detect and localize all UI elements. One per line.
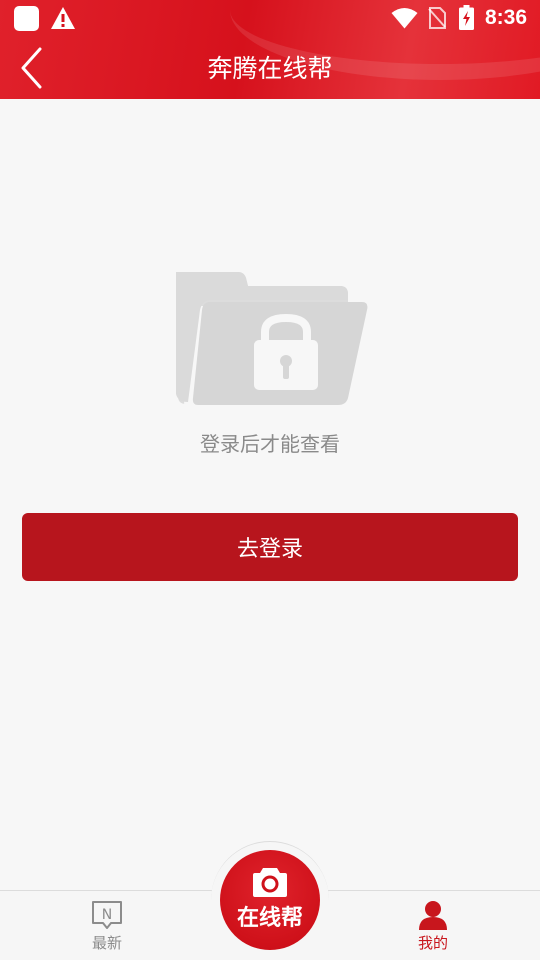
- battery-charging-icon: [459, 5, 474, 30]
- status-bar: 8:36: [0, 0, 540, 36]
- tab-mine[interactable]: 我的: [378, 891, 488, 960]
- tab-latest[interactable]: N 最新: [52, 891, 162, 960]
- status-time: 8:36: [485, 6, 528, 29]
- news-n-icon: N: [92, 901, 122, 929]
- tab-latest-label: 最新: [91, 934, 122, 952]
- app-header: 8:36 奔腾在线帮: [0, 0, 540, 99]
- back-button[interactable]: [10, 44, 54, 92]
- tab-online-help-label: 在线帮: [236, 906, 303, 931]
- app-icon: [14, 6, 39, 31]
- tab-online-help[interactable]: 在线帮: [220, 850, 320, 950]
- wifi-icon: [391, 8, 418, 29]
- svg-text:N: N: [102, 907, 112, 923]
- camera-icon: [253, 868, 287, 897]
- no-sim-icon: [428, 7, 446, 29]
- warning-icon: [51, 7, 75, 29]
- chevron-left-icon: [21, 47, 42, 89]
- user-icon: [419, 901, 447, 930]
- locked-message: 登录后才能查看: [200, 432, 340, 456]
- page-title: 奔腾在线帮: [207, 54, 333, 83]
- title-bar: 奔腾在线帮: [0, 38, 540, 99]
- login-button[interactable]: 去登录: [22, 513, 518, 581]
- tab-mine-label: 我的: [417, 934, 448, 952]
- locked-folder-icon: [176, 272, 368, 405]
